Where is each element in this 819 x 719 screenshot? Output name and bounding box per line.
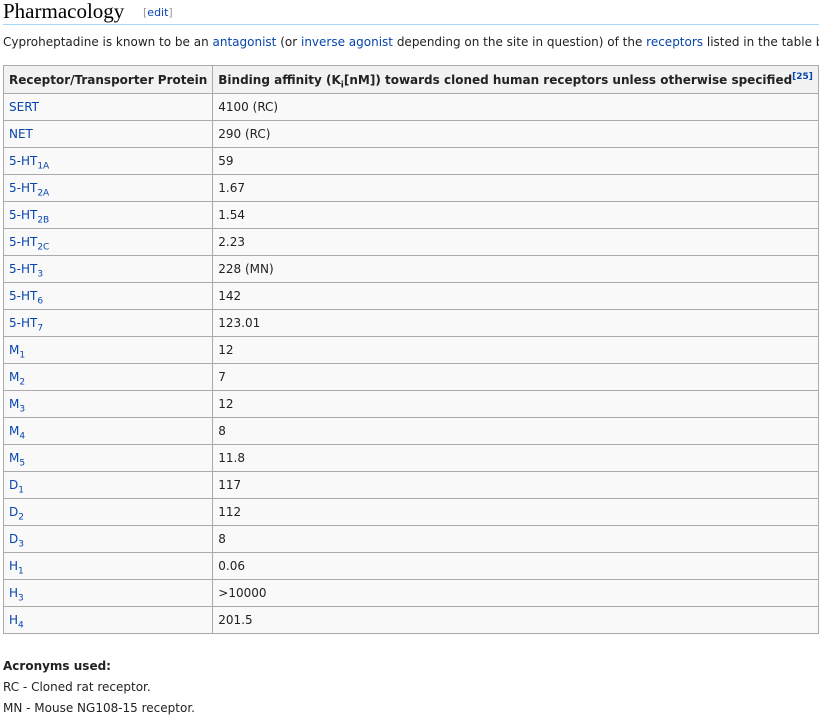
receptor-link[interactable]: 5-HT3 <box>9 262 43 279</box>
table-row: M3 12 <box>2 390 819 418</box>
affinity-value-cell: 7 <box>212 363 819 391</box>
receptor-cell: 5-HT2A <box>2 174 214 202</box>
receptor-link[interactable]: D1 <box>9 478 24 495</box>
receptor-cell: SERT <box>2 93 214 121</box>
table-row: M4 8 <box>2 417 819 445</box>
edit-link[interactable]: edit <box>147 6 168 19</box>
table-row: D2 112 <box>2 498 819 526</box>
affinity-value-cell: 2.23 <box>212 228 819 256</box>
table-row: 5-HT1A 59 <box>2 147 819 175</box>
receptor-cell: H3 <box>2 579 214 607</box>
receptor-cell: H4 <box>2 606 214 634</box>
receptor-link[interactable]: M4 <box>9 424 25 441</box>
receptor-link[interactable]: D2 <box>9 505 24 522</box>
affinity-value-cell: 12 <box>212 390 819 418</box>
affinity-value-cell: 12 <box>212 336 819 364</box>
receptors-link[interactable]: receptors <box>646 35 703 49</box>
receptor-link[interactable]: M1 <box>9 343 25 360</box>
edit-section: [edit] <box>143 6 173 19</box>
receptor-link[interactable]: NET <box>9 127 33 141</box>
receptor-link[interactable]: 5-HT2B <box>9 208 49 225</box>
affinity-value-cell: 59 <box>212 147 819 175</box>
affinity-value-cell: 8 <box>212 525 819 553</box>
receptor-cell: 5-HT6 <box>2 282 214 310</box>
affinity-value-cell: 142 <box>212 282 819 310</box>
affinity-value-cell: 201.5 <box>212 606 819 634</box>
table-row: M5 11.8 <box>2 444 819 472</box>
table-row: H1 0.06 <box>2 552 819 580</box>
affinity-value-cell: 117 <box>212 471 819 499</box>
receptor-link[interactable]: 5-HT2C <box>9 235 49 252</box>
receptor-link[interactable]: H1 <box>9 559 24 576</box>
receptor-cell: 5-HT2B <box>2 201 214 229</box>
receptor-link[interactable]: D3 <box>9 532 24 549</box>
receptor-cell: M2 <box>2 363 214 391</box>
table-row: 5-HT3 228 (MN) <box>2 255 819 283</box>
table-row: H3 >10000 <box>2 579 819 607</box>
table-row: D1 117 <box>2 471 819 499</box>
receptor-cell: D2 <box>2 498 214 526</box>
receptor-cell: M4 <box>2 417 214 445</box>
acronym-rc: RC - Cloned rat receptor. <box>3 680 151 694</box>
receptor-column-header: Receptor/Transporter Protein <box>2 65 214 94</box>
affinity-value-cell: 1.54 <box>212 201 819 229</box>
receptor-cell: M3 <box>2 390 214 418</box>
receptor-cell: 5-HT1A <box>2 147 214 175</box>
receptor-link[interactable]: 5-HT2A <box>9 181 49 198</box>
antagonist-link[interactable]: antagonist <box>213 35 277 49</box>
intro-paragraph: Cyproheptadine is known to be an antagon… <box>3 35 819 49</box>
table-row: D3 8 <box>2 525 819 553</box>
table-row: M2 7 <box>2 363 819 391</box>
receptor-cell: D1 <box>2 471 214 499</box>
affinity-value-cell: 11.8 <box>212 444 819 472</box>
acronym-mn: MN - Mouse NG108-15 receptor. <box>3 701 195 715</box>
affinity-value-cell: >10000 <box>212 579 819 607</box>
receptor-cell: 5-HT7 <box>2 309 214 337</box>
affinity-value-cell: 1.67 <box>212 174 819 202</box>
table-row: 5-HT2B 1.54 <box>2 201 819 229</box>
affinity-value-cell: 112 <box>212 498 819 526</box>
section-heading: Pharmacology [edit] <box>3 0 819 25</box>
receptor-link[interactable]: H3 <box>9 586 24 603</box>
table-header-row: Receptor/Transporter Protein Binding aff… <box>2 65 819 94</box>
section-title: Pharmacology <box>3 0 125 23</box>
reference-25-link[interactable]: [25] <box>792 72 813 82</box>
table-row: H4 201.5 <box>2 606 819 634</box>
affinity-value-cell: 123.01 <box>212 309 819 337</box>
affinity-column-header: Binding affinity (Ki[nM]) towards cloned… <box>212 65 819 94</box>
receptor-link[interactable]: M3 <box>9 397 25 414</box>
binding-affinity-table: Receptor/Transporter Protein Binding aff… <box>2 65 819 634</box>
receptor-cell: H1 <box>2 552 214 580</box>
table-row: NET 290 (RC) <box>2 120 819 148</box>
receptor-link[interactable]: H4 <box>9 613 24 630</box>
receptor-link[interactable]: M2 <box>9 370 25 387</box>
receptor-cell: D3 <box>2 525 214 553</box>
receptor-cell: M1 <box>2 336 214 364</box>
receptor-cell: M5 <box>2 444 214 472</box>
inverse-agonist-link[interactable]: inverse agonist <box>301 35 393 49</box>
affinity-value-cell: 228 (MN) <box>212 255 819 283</box>
receptor-cell: 5-HT2C <box>2 228 214 256</box>
table-row: 5-HT2A 1.67 <box>2 174 819 202</box>
affinity-value-cell: 0.06 <box>212 552 819 580</box>
table-row: 5-HT7 123.01 <box>2 309 819 337</box>
receptor-link[interactable]: 5-HT7 <box>9 316 43 333</box>
article-section: Pharmacology [edit] Cyproheptadine is kn… <box>0 0 819 719</box>
receptor-link[interactable]: 5-HT1A <box>9 154 49 171</box>
receptor-cell: NET <box>2 120 214 148</box>
affinity-value-cell: 4100 (RC) <box>212 93 819 121</box>
receptor-link[interactable]: 5-HT6 <box>9 289 43 306</box>
acronyms-title: Acronyms used: <box>3 659 111 673</box>
table-row: SERT 4100 (RC) <box>2 93 819 121</box>
table-row: 5-HT2C 2.23 <box>2 228 819 256</box>
affinity-value-cell: 290 (RC) <box>212 120 819 148</box>
receptor-link[interactable]: SERT <box>9 100 39 114</box>
receptor-link[interactable]: M5 <box>9 451 25 468</box>
table-row: 5-HT6 142 <box>2 282 819 310</box>
table-row: M1 12 <box>2 336 819 364</box>
receptor-cell: 5-HT3 <box>2 255 214 283</box>
acronyms-note: Acronyms used: RC - Cloned rat receptor.… <box>3 656 195 719</box>
affinity-value-cell: 8 <box>212 417 819 445</box>
